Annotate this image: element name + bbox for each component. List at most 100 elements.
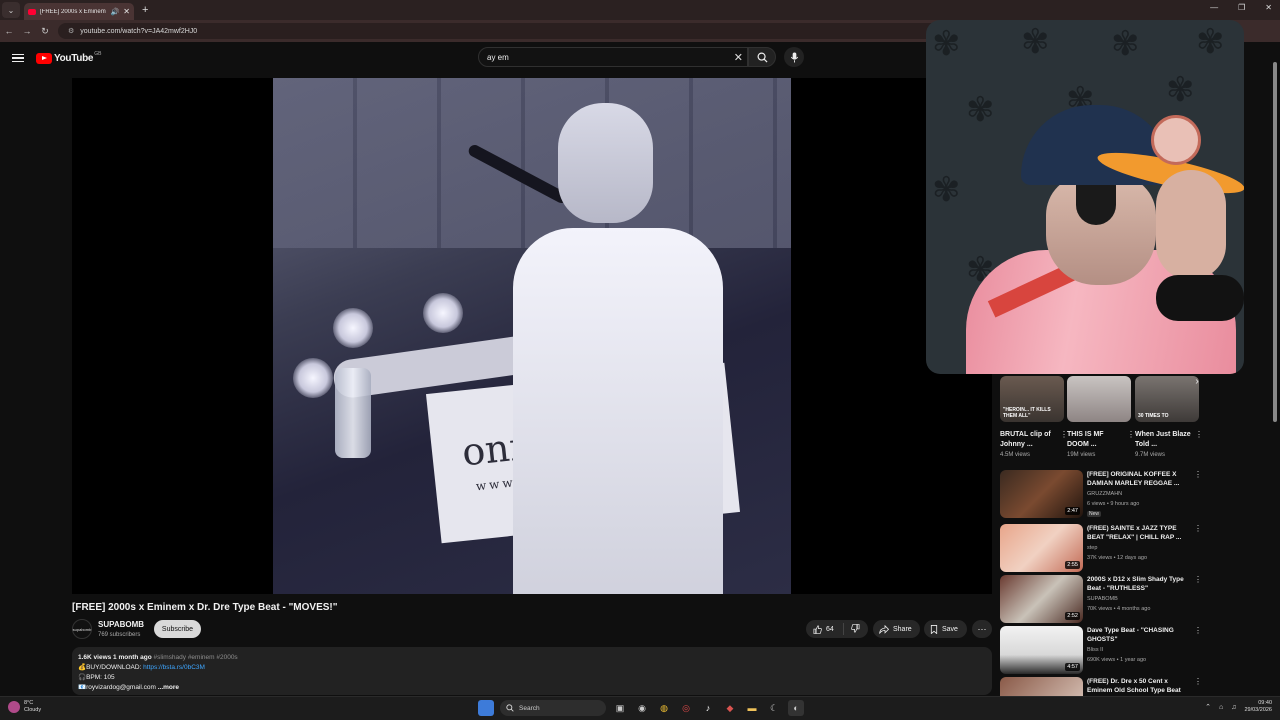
opera-icon[interactable]: ◎	[678, 700, 694, 716]
leaf-pattern-icon: ✾	[966, 91, 995, 129]
close-window-icon[interactable]: ✕	[1265, 3, 1272, 12]
leaf-pattern-icon: ✾	[1196, 23, 1225, 61]
video-channel[interactable]: GRUZZMAHN	[1087, 491, 1122, 497]
short-menu-icon[interactable]: ⋮	[1127, 430, 1135, 439]
short-title: THIS IS MF DOOM ...	[1067, 431, 1104, 448]
video-menu-icon[interactable]: ⋮	[1194, 626, 1202, 635]
save-label: Save	[942, 625, 958, 633]
video-thumbnail: 2:55	[1000, 524, 1083, 572]
recommended-video[interactable]: 4:57 Dave Type Beat - "CHASING GHOSTS" B…	[1000, 626, 1205, 676]
video-menu-icon[interactable]: ⋮	[1194, 524, 1202, 533]
tiktok-icon[interactable]: ♪	[700, 700, 716, 716]
scrollbar-thumb[interactable]	[1273, 62, 1277, 422]
brave-icon[interactable]: ◆	[722, 700, 738, 716]
microphone-icon	[790, 51, 798, 63]
system-tray: ⌃ ⌂ ♫ 09:40 29/03/2026	[1205, 700, 1272, 714]
video-description[interactable]: 1.6K views 1 month ago #slimshady #emine…	[72, 647, 992, 695]
clock[interactable]: 09:40 29/03/2026	[1244, 700, 1272, 714]
share-button[interactable]: Share	[873, 620, 920, 638]
volume-icon[interactable]: ♫	[1231, 704, 1236, 711]
video-meta: 690K views • 1 year ago	[1087, 657, 1147, 663]
recommended-video[interactable]: (FREE) Dr. Dre x 50 Cent x Eminem Old Sc…	[1000, 677, 1205, 696]
file-explorer-icon[interactable]: ▬	[744, 700, 760, 716]
ceiling-image	[273, 78, 791, 248]
youtube-logo[interactable]: YouTube GB	[36, 51, 101, 64]
webcam-overlay: ✾ ✾ ✾ ✾ ✾ ✾ ✾ ✾ ✾	[926, 20, 1244, 374]
video-channel[interactable]: step	[1087, 545, 1097, 551]
forward-icon[interactable]: →	[18, 26, 36, 36]
video-frame: onra www.on	[273, 78, 791, 594]
page-scrollbar[interactable]	[1272, 44, 1278, 696]
search-input[interactable]: ay em ✕	[478, 47, 748, 67]
windows-start-icon[interactable]	[478, 700, 494, 716]
video-thumbnail: 2:47	[1000, 470, 1083, 518]
video-player[interactable]: onra www.on	[72, 78, 992, 594]
dislike-button[interactable]	[844, 623, 860, 635]
search-button[interactable]	[748, 47, 776, 67]
video-menu-icon[interactable]: ⋮	[1194, 677, 1202, 686]
short-menu-icon[interactable]: ⋮	[1195, 430, 1203, 439]
browser-tab-bar: ⌄ [FREE] 2000s x Eminem x Dr 🔊 ✕ + — ❐ ✕	[0, 0, 1280, 20]
chrome-icon[interactable]: ◍	[656, 700, 672, 716]
menu-icon[interactable]	[12, 53, 24, 63]
video-duration: 4:57	[1065, 663, 1080, 671]
speaker-icon[interactable]: 🔊	[111, 8, 120, 16]
leaf-pattern-icon: ✾	[1166, 71, 1195, 109]
minimize-icon[interactable]: —	[1210, 3, 1218, 12]
short-thumbnail	[1067, 376, 1131, 422]
hashtags[interactable]: #slimshady #eminem #2000s	[154, 654, 238, 661]
new-tab-icon[interactable]: +	[142, 4, 148, 16]
video-duration: 2:47	[1065, 507, 1080, 515]
video-channel[interactable]: Bliss II	[1087, 647, 1103, 653]
media-player-icon[interactable]: ◉	[634, 700, 650, 716]
clear-search-icon[interactable]: ✕	[734, 51, 743, 64]
short-item[interactable]: "HEROIN... IT KILLS THEM ALL" BRUTAL cli…	[1000, 376, 1068, 460]
tray-chevron-icon[interactable]: ⌃	[1205, 703, 1211, 711]
streamer-hand	[1156, 170, 1226, 280]
close-tab-icon[interactable]: ✕	[123, 7, 130, 16]
video-menu-icon[interactable]: ⋮	[1194, 575, 1202, 584]
performer-head	[558, 103, 653, 223]
site-info-icon[interactable]: ⚙	[68, 27, 74, 35]
video-channel[interactable]: SUPABOMB	[1087, 596, 1118, 602]
subscriber-count: 769 subscribers	[98, 632, 141, 638]
like-dislike-group: 64	[806, 620, 868, 638]
weather-widget[interactable]: 8°C Cloudy	[8, 700, 41, 714]
shorts-next-icon[interactable]: ›	[1190, 376, 1204, 390]
recommended-video[interactable]: 2:55 (FREE) SAINTE x JAZZ TYPE BEAT "REL…	[1000, 524, 1205, 574]
save-button[interactable]: Save	[924, 620, 967, 638]
voice-search-button[interactable]	[784, 47, 804, 67]
recommended-video[interactable]: 2:47 [FREE] ORIGINAL KOFFEE X DAMIAN MAR…	[1000, 470, 1205, 520]
back-icon[interactable]: ←	[0, 26, 18, 36]
browser-tab[interactable]: [FREE] 2000s x Eminem x Dr 🔊 ✕	[24, 3, 134, 20]
like-button[interactable]: 64	[806, 623, 844, 635]
email-line: 📧royvizardog@gmail.com	[78, 684, 156, 691]
video-title: Dave Type Beat - "CHASING GHOSTS"	[1087, 627, 1174, 643]
more-actions-icon[interactable]: ⋯	[972, 620, 992, 638]
weather-desc: Cloudy	[24, 707, 42, 713]
buy-label: 💰BUY/DOWNLOAD:	[78, 664, 144, 671]
view-stats: 1.6K views 1 month ago	[78, 654, 152, 661]
tab-list-icon[interactable]: ⌄	[2, 2, 20, 18]
clock-time: 09:40	[1258, 700, 1272, 706]
taskbar-search[interactable]: Search	[500, 700, 606, 716]
short-views: 19M views	[1067, 452, 1096, 458]
short-item[interactable]: THIS IS MF DOOM ... 19M views ⋮	[1067, 376, 1135, 460]
video-meta: 37K views • 12 days ago	[1087, 555, 1148, 561]
reload-icon[interactable]: ↻	[36, 26, 54, 37]
show-more-link[interactable]: ...more	[158, 684, 179, 691]
video-menu-icon[interactable]: ⋮	[1194, 470, 1202, 479]
network-icon[interactable]: ⌂	[1219, 704, 1223, 711]
short-views: 9.7M views	[1135, 452, 1166, 458]
channel-name[interactable]: SUPABOMB	[98, 620, 144, 629]
buy-link[interactable]: https://bsta.rs/0bC3M	[143, 664, 205, 671]
app-icon[interactable]: ☾	[766, 700, 782, 716]
recommended-video[interactable]: 2:52 2000S x D12 x Slim Shady Type Beat …	[1000, 575, 1205, 625]
restore-icon[interactable]: ❐	[1238, 3, 1245, 12]
task-view-icon[interactable]: ▣	[612, 700, 628, 716]
bookmark-icon	[930, 624, 938, 634]
obs-icon[interactable]: ◐	[788, 700, 804, 716]
video-duration: 2:52	[1065, 612, 1080, 620]
channel-avatar[interactable]: supabomb	[72, 619, 92, 639]
subscribe-button[interactable]: Subscribe	[154, 620, 201, 638]
